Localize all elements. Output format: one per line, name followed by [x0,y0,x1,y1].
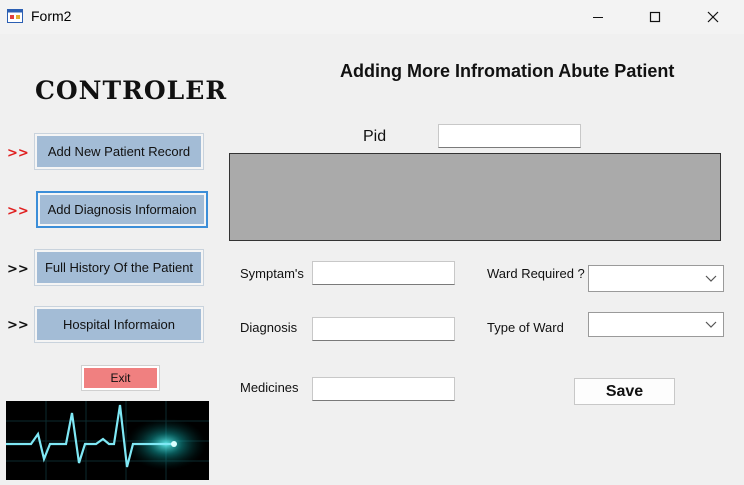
type-of-ward-select[interactable] [588,312,724,337]
nav-arrow-3: >> [7,262,29,277]
app-icon [7,9,23,23]
pid-input[interactable] [438,124,581,148]
maximize-icon [649,11,661,23]
medicines-label: Medicines [240,380,299,395]
title-bar: Form2 [0,0,744,34]
diagnosis-input[interactable] [312,317,455,341]
nav-arrow-2: >> [7,204,29,219]
minimize-button[interactable] [575,0,621,34]
ecg-image [6,401,209,480]
nav-arrow-1: >> [7,146,29,161]
ward-required-select[interactable] [588,265,724,292]
medicines-input[interactable] [312,377,455,401]
symptoms-label: Symptam's [240,266,304,281]
save-button[interactable]: Save [574,378,675,405]
close-button[interactable] [690,0,736,34]
close-icon [707,11,719,23]
ward-required-label: Ward Required ? [487,266,585,281]
add-new-patient-record-button[interactable]: Add New Patient Record [34,133,204,170]
diagnosis-label: Diagnosis [240,320,298,335]
minimize-icon [593,17,603,18]
type-of-ward-label: Type of Ward [487,320,564,335]
heartbeat-icon [6,401,209,480]
hospital-information-button[interactable]: Hospital Informaion [34,306,204,343]
window-title: Form2 [31,8,72,24]
sidebar-heading: CONTROLER [35,76,228,105]
exit-button[interactable]: Exit [81,365,160,391]
patient-data-grid[interactable] [229,153,721,241]
chevron-down-icon [705,275,717,282]
nav-arrow-4: >> [7,318,29,333]
add-diagnosis-information-button[interactable]: Add Diagnosis Informaion [36,191,208,228]
full-history-button[interactable]: Full History Of the Patient [34,249,204,286]
symptoms-input[interactable] [312,261,455,285]
page-heading: Adding More Infromation Abute Patient [340,61,675,81]
pid-label: Pid [363,128,387,145]
chevron-down-icon [705,321,717,328]
maximize-button[interactable] [632,0,678,34]
